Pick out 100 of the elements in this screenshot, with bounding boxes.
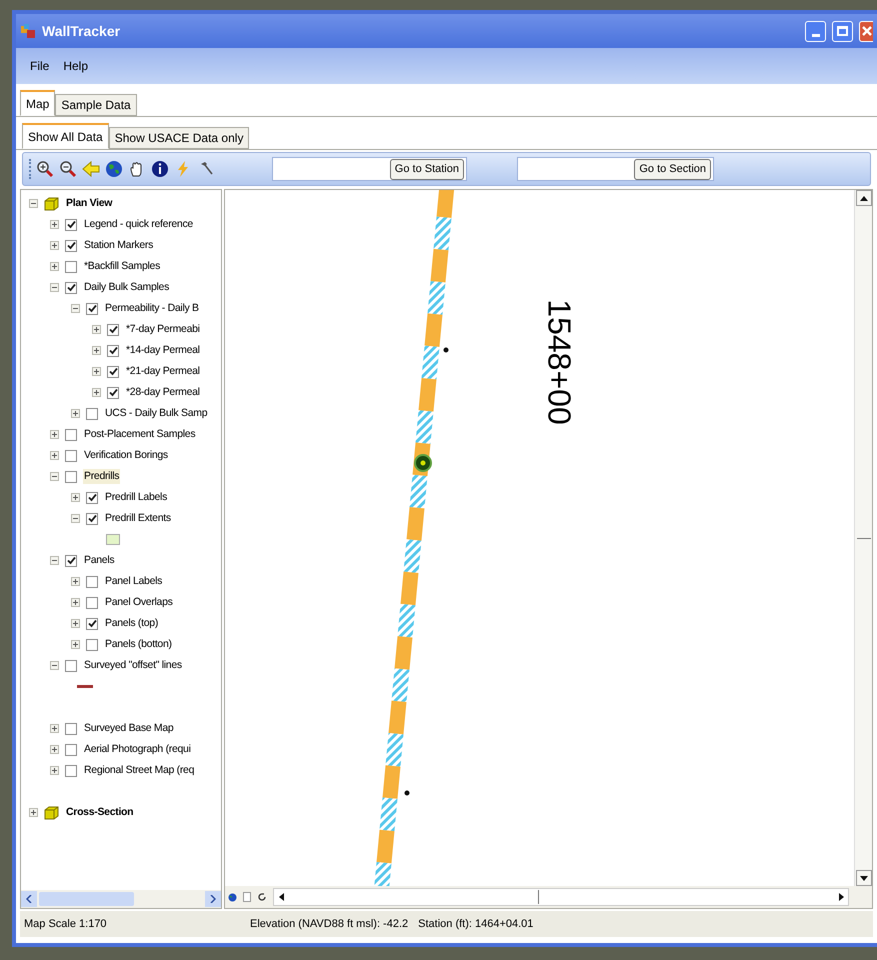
- expand-icon[interactable]: [92, 367, 101, 376]
- layer-label[interactable]: Legend - quick reference: [83, 216, 194, 232]
- expand-icon[interactable]: [50, 262, 59, 271]
- expand-icon[interactable]: [71, 493, 80, 502]
- layer-checkbox[interactable]: [107, 324, 119, 336]
- layer-checkbox[interactable]: [86, 576, 98, 588]
- layer-checkbox[interactable]: [65, 722, 77, 734]
- zoom-out-icon[interactable]: [59, 160, 77, 178]
- layer-label[interactable]: Regional Street Map (req: [83, 762, 196, 778]
- expand-icon[interactable]: [71, 619, 80, 628]
- expand-icon[interactable]: [92, 325, 101, 334]
- layer-label[interactable]: Surveyed "offset" lines: [83, 658, 183, 674]
- layer-label[interactable]: Panel Labels: [104, 574, 164, 590]
- layer-checkbox[interactable]: [86, 596, 98, 608]
- station-field[interactable]: Go to Station: [272, 157, 467, 181]
- expand-icon[interactable]: [50, 220, 59, 229]
- expand-icon[interactable]: [50, 766, 59, 775]
- layer-checkbox[interactable]: [86, 492, 98, 504]
- expand-icon[interactable]: [50, 724, 59, 733]
- expand-icon[interactable]: [92, 388, 101, 397]
- horizontal-scrollbar[interactable]: [273, 888, 849, 906]
- layer-label[interactable]: Predrill Extents: [104, 510, 172, 526]
- layer-label[interactable]: *14-day Permeal: [125, 342, 201, 358]
- layer-checkbox[interactable]: [86, 638, 98, 650]
- go-to-station-button[interactable]: Go to Station: [390, 158, 464, 180]
- minimize-button[interactable]: [805, 20, 826, 42]
- tab[interactable]: Show All Data: [22, 123, 109, 149]
- tab[interactable]: Show USACE Data only: [108, 127, 250, 149]
- layer-checkbox[interactable]: [86, 618, 98, 630]
- globe-icon[interactable]: [105, 160, 123, 178]
- section-field[interactable]: Go to Section: [517, 157, 714, 181]
- layer-checkbox[interactable]: [86, 302, 98, 314]
- go-to-section-button[interactable]: Go to Section: [634, 158, 711, 180]
- collapse-icon[interactable]: [71, 304, 80, 313]
- refresh-icon[interactable]: [257, 892, 267, 902]
- layer-checkbox[interactable]: [107, 344, 119, 356]
- collapse-icon[interactable]: [50, 661, 59, 670]
- layer-checkbox[interactable]: [107, 386, 119, 398]
- layer-label[interactable]: Panels (botton): [104, 636, 173, 652]
- close-button[interactable]: [859, 20, 873, 42]
- layer-checkbox[interactable]: [65, 660, 77, 672]
- layer-checkbox[interactable]: [65, 554, 77, 566]
- layer-checkbox[interactable]: [65, 450, 77, 462]
- collapse-icon[interactable]: [50, 556, 59, 565]
- expand-icon[interactable]: [71, 598, 80, 607]
- layer-checkbox[interactable]: [65, 282, 77, 294]
- layer-label[interactable]: *21-day Permeal: [125, 364, 201, 380]
- layer-label[interactable]: *Backfill Samples: [83, 258, 162, 274]
- expand-icon[interactable]: [92, 346, 101, 355]
- layer-checkbox[interactable]: [65, 240, 77, 252]
- layer-label[interactable]: Panel Overlaps: [104, 594, 174, 610]
- tree-group-label[interactable]: Cross-Section: [65, 804, 134, 820]
- layer-label[interactable]: Panels (top): [104, 616, 160, 632]
- scroll-left-button[interactable]: [21, 891, 37, 907]
- layer-label[interactable]: *7-day Permeabi: [125, 322, 201, 338]
- collapse-icon[interactable]: [50, 283, 59, 292]
- expand-icon[interactable]: [29, 808, 38, 817]
- layer-checkbox[interactable]: [65, 428, 77, 440]
- vertical-scrollbar[interactable]: [854, 190, 872, 886]
- expand-icon[interactable]: [50, 430, 59, 439]
- layer-label[interactable]: Aerial Photograph (requi: [83, 742, 192, 758]
- layer-checkbox[interactable]: [65, 744, 77, 756]
- layer-label[interactable]: Station Markers: [83, 238, 154, 254]
- layer-label[interactable]: Verification Borings: [83, 448, 169, 464]
- layer-label[interactable]: Panels: [83, 552, 116, 568]
- globe-icon[interactable]: [228, 892, 237, 902]
- collapse-icon[interactable]: [71, 514, 80, 523]
- expand-icon[interactable]: [50, 241, 59, 250]
- layer-checkbox[interactable]: [65, 218, 77, 230]
- layer-label[interactable]: Daily Bulk Samples: [83, 280, 170, 296]
- layer-checkbox[interactable]: [86, 408, 98, 420]
- layer-label[interactable]: Predrill Labels: [104, 490, 168, 506]
- layer-label[interactable]: Post-Placement Samples: [83, 426, 196, 442]
- layer-label[interactable]: *28-day Permeal: [125, 384, 201, 400]
- page-icon[interactable]: [243, 892, 251, 902]
- layer-checkbox[interactable]: [86, 512, 98, 524]
- scroll-down-icon[interactable]: [856, 870, 872, 886]
- maximize-button[interactable]: [832, 20, 853, 42]
- layer-checkbox[interactable]: [65, 470, 77, 482]
- expand-icon[interactable]: [50, 451, 59, 460]
- layer-label[interactable]: Permeability - Daily B: [104, 300, 200, 316]
- layer-checkbox[interactable]: [65, 764, 77, 776]
- tree-group-label[interactable]: Plan View: [65, 196, 114, 212]
- expand-icon[interactable]: [71, 409, 80, 418]
- scroll-right-button[interactable]: [205, 891, 221, 907]
- collapse-icon[interactable]: [50, 472, 59, 481]
- info-icon[interactable]: [151, 160, 169, 178]
- layer-checkbox[interactable]: [65, 260, 77, 272]
- collapse-icon[interactable]: [29, 199, 38, 208]
- tab[interactable]: Sample Data: [55, 94, 137, 116]
- layer-checkbox[interactable]: [107, 366, 119, 378]
- expand-icon[interactable]: [71, 577, 80, 586]
- layer-label[interactable]: UCS - Daily Bulk Samp: [104, 406, 208, 422]
- menu-item[interactable]: File: [30, 57, 50, 75]
- scrollbar-thumb[interactable]: [39, 892, 134, 906]
- zoom-in-icon[interactable]: [36, 160, 54, 178]
- tab[interactable]: Map: [20, 90, 56, 116]
- layer-label[interactable]: Predrills: [83, 468, 120, 484]
- scroll-up-icon[interactable]: [856, 190, 872, 206]
- expand-icon[interactable]: [71, 640, 80, 649]
